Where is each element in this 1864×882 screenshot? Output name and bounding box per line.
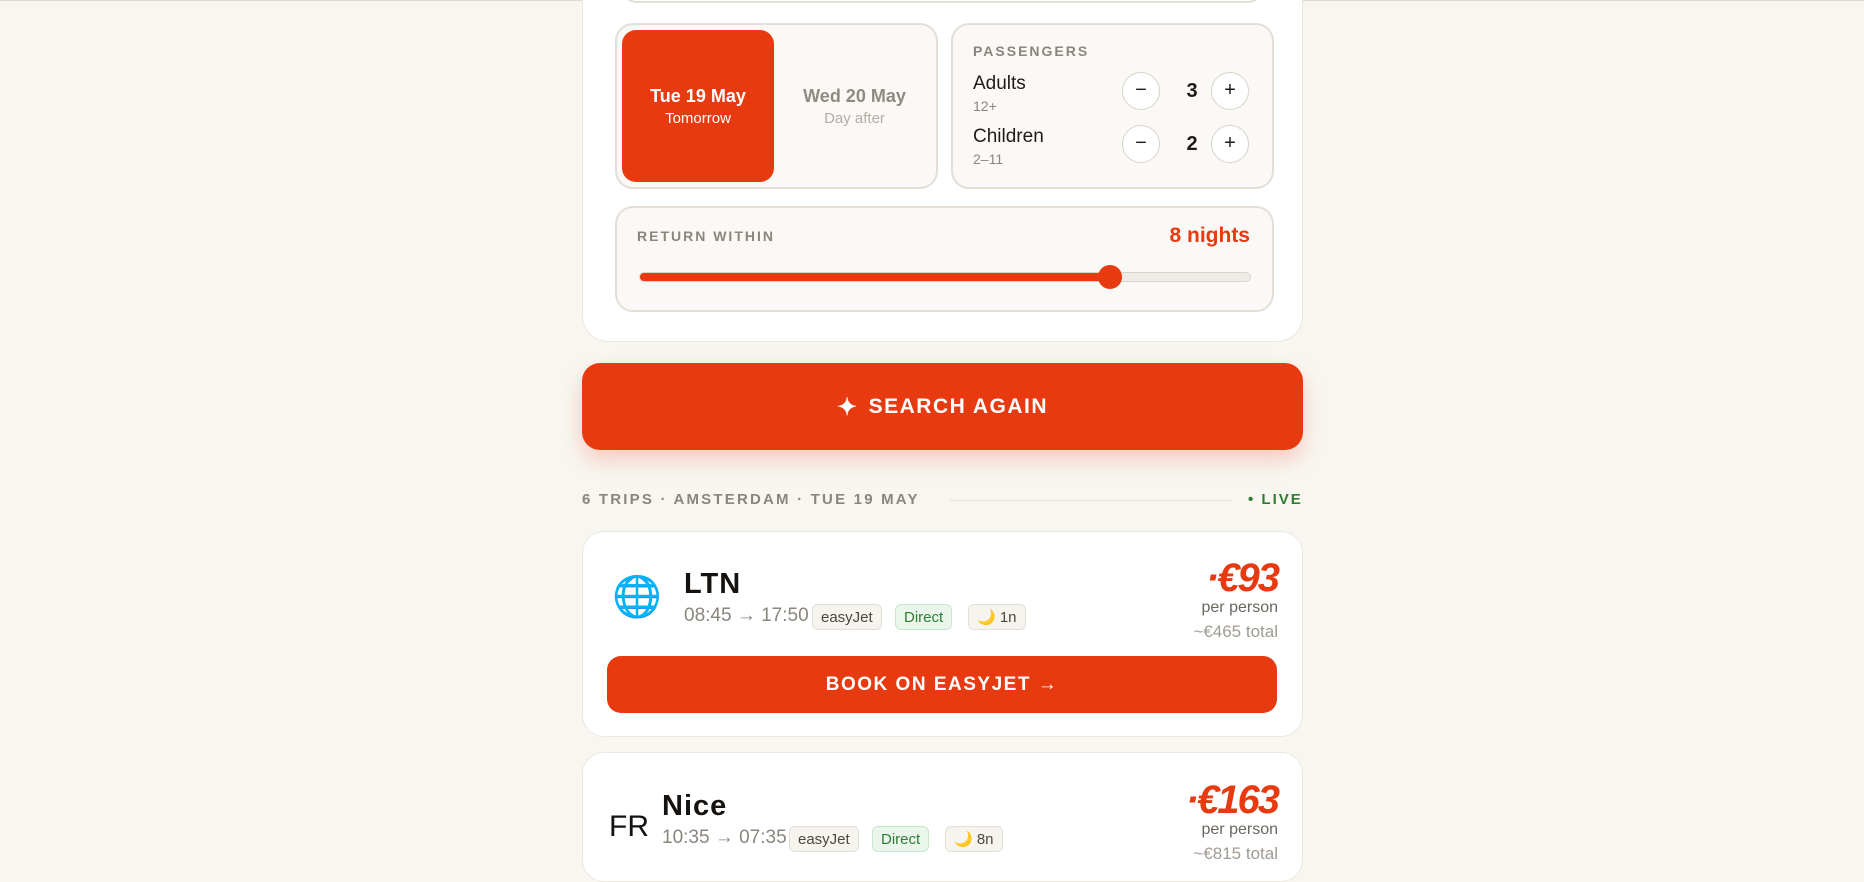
results-summary: 6 TRIPS · AMSTERDAM · TUE 19 MAY [582, 491, 920, 508]
return-within-value: 8 nights [1169, 224, 1250, 247]
passengers-panel: PASSENGERS Adults 12+ − 3 + Children 2–1… [951, 23, 1274, 189]
destination-field-edge[interactable] [621, 0, 1264, 3]
date-option-title: Wed 20 May [803, 86, 906, 106]
country-code-icon: FR [609, 810, 649, 843]
date-option-title: Tue 19 May [650, 86, 746, 106]
results-divider [950, 500, 1232, 501]
trip-times: 08:45 → 17:50 [684, 605, 809, 626]
trip-destination: Nice [662, 790, 728, 822]
children-label: Children [973, 126, 1044, 147]
trip-price: ·€163 [1185, 778, 1280, 822]
price-per-person-label: per person [1201, 599, 1279, 616]
trip-card: FR Nice 10:35 → 07:35 easyJet Direct 🌙 8… [582, 752, 1303, 882]
children-age: 2–11 [973, 151, 1004, 167]
trip-times: 10:35 → 07:35 [662, 827, 787, 848]
nights-badge: 🌙 8n [945, 826, 1003, 852]
trip-destination: LTN [684, 568, 742, 600]
children-increment-button[interactable]: + [1211, 125, 1249, 163]
date-option-day-after[interactable]: Wed 20 May Day after [777, 30, 932, 182]
children-count: 2 [1186, 133, 1198, 155]
adults-increment-button[interactable]: + [1211, 72, 1249, 110]
sparkle-icon: ✦ [836, 394, 859, 421]
search-again-label: SEARCH AGAIN [868, 395, 1048, 418]
live-status-badge: • LIVE [1248, 491, 1303, 508]
adults-age: 12+ [973, 98, 997, 114]
book-on-easyjet-button[interactable]: BOOK ON EASYJET → [607, 656, 1277, 713]
search-form-card: Tue 19 May Tomorrow Wed 20 May Day after… [582, 0, 1303, 342]
date-option-subtitle: Tomorrow [665, 110, 731, 127]
airline-badge: easyJet [812, 604, 882, 630]
nights-badge: 🌙 1n [968, 604, 1026, 630]
direct-badge: Direct [872, 826, 930, 852]
price-total: ~€815 total [1193, 844, 1278, 863]
passengers-label: PASSENGERS [973, 43, 1090, 59]
airline-badge: easyJet [789, 826, 859, 852]
globe-icon: 🌐 [612, 575, 662, 619]
nights-slider-track[interactable] [639, 272, 1251, 282]
nights-slider-handle[interactable] [1098, 265, 1123, 289]
date-picker: Tue 19 May Tomorrow Wed 20 May Day after [615, 23, 938, 189]
nights-slider-fill [640, 273, 1110, 281]
trip-price: ·€93 [1205, 556, 1280, 600]
date-option-tomorrow[interactable]: Tue 19 May Tomorrow [622, 30, 774, 182]
trip-card: 🌐 LTN 08:45 → 17:50 easyJet Direct 🌙 1n … [582, 531, 1303, 737]
search-again-button[interactable]: ✦ SEARCH AGAIN [582, 363, 1303, 450]
adults-decrement-button[interactable]: − [1122, 72, 1160, 110]
adults-label: Adults [973, 73, 1026, 94]
price-per-person-label: per person [1201, 821, 1279, 838]
return-within-label: RETURN WITHIN [637, 228, 775, 244]
return-within-panel: RETURN WITHIN 8 nights [615, 206, 1274, 312]
date-option-subtitle: Day after [824, 110, 885, 127]
price-total: ~€465 total [1193, 622, 1278, 641]
direct-badge: Direct [895, 604, 953, 630]
adults-count: 3 [1186, 80, 1198, 102]
children-decrement-button[interactable]: − [1122, 125, 1160, 163]
